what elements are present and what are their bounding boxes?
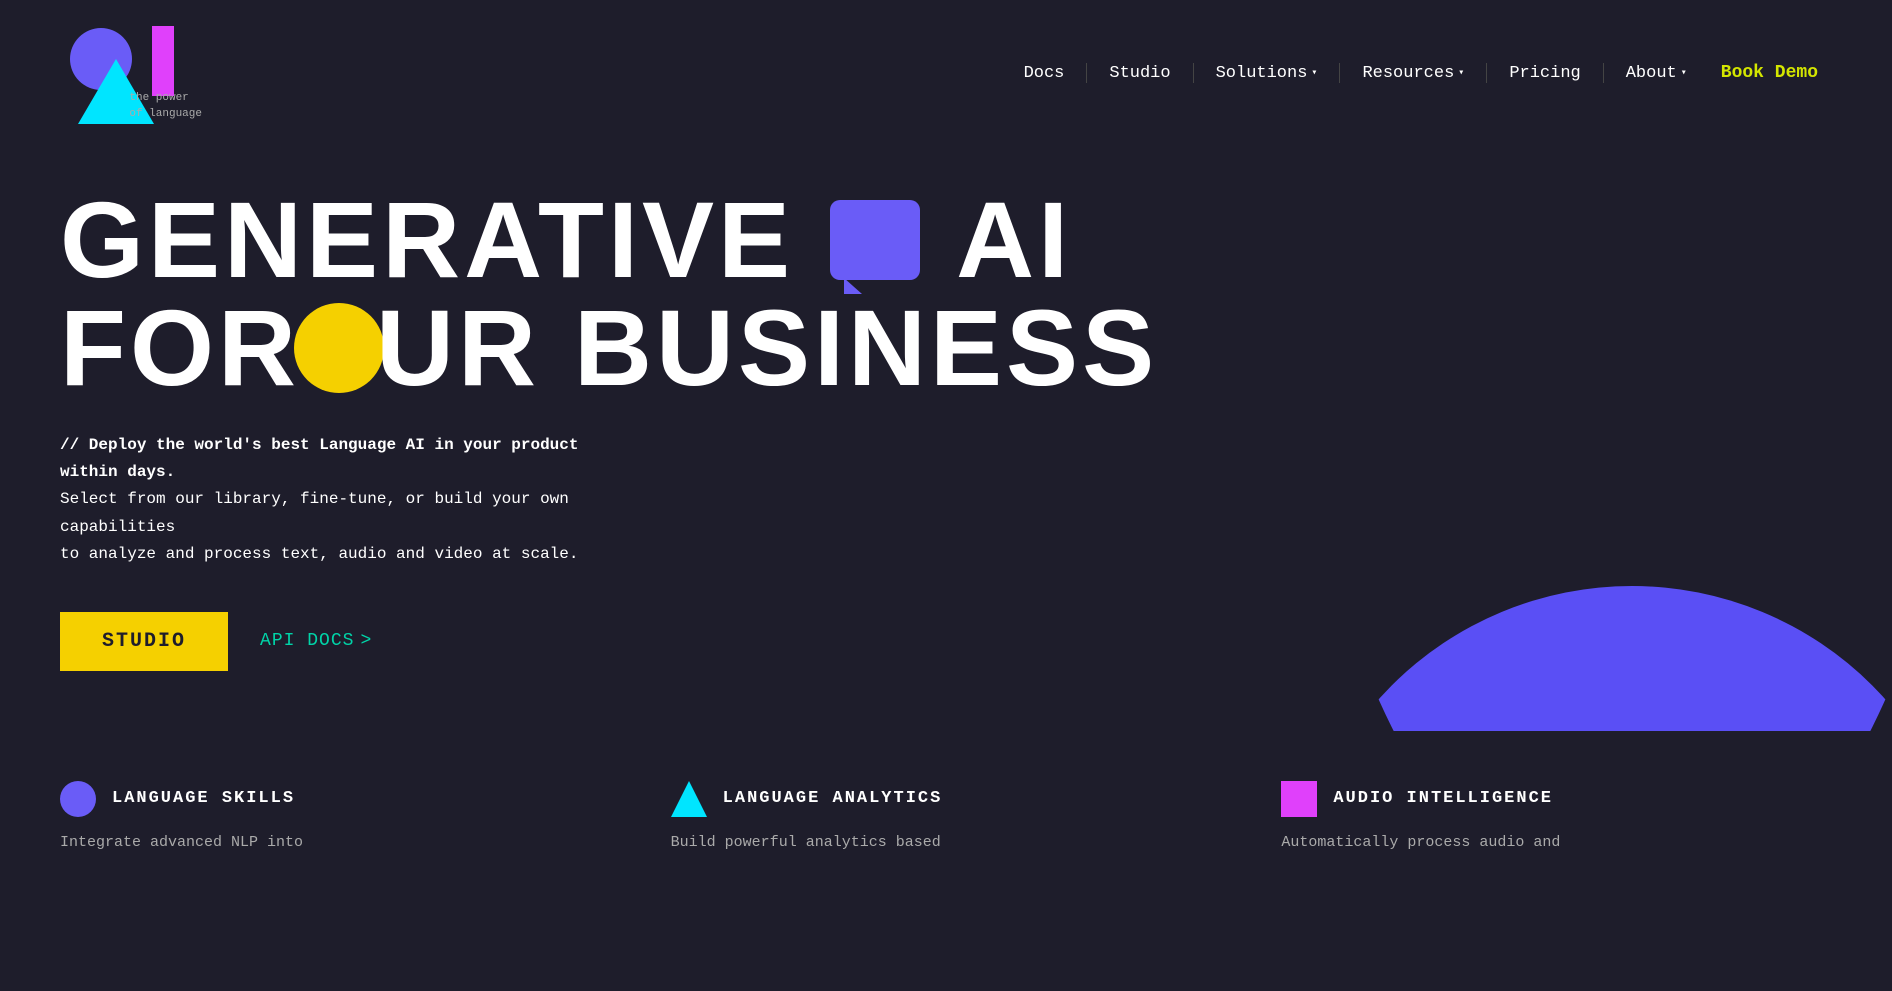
nav-divider-4 xyxy=(1486,63,1487,83)
nav-links: Docs Studio Solutions ▾ Resources ▾ Pric… xyxy=(1010,55,1832,91)
audio-intelligence-icon xyxy=(1281,781,1317,817)
language-skills-desc: Integrate advanced NLP into xyxy=(60,831,611,855)
nav-book-demo[interactable]: Book Demo xyxy=(1707,55,1832,91)
main-nav: the power of language Docs Studio Soluti… xyxy=(0,0,1892,146)
audio-intelligence-desc: Automatically process audio and xyxy=(1281,831,1832,855)
resources-dropdown-icon: ▾ xyxy=(1458,67,1464,79)
audio-intelligence-title: AUDIO INTELLIGENCE xyxy=(1333,789,1553,808)
hero-section: GENERATIVE AI FOR UR BUSINESS // Deploy … xyxy=(0,146,1892,731)
logo-tagline: the power of language xyxy=(129,91,202,122)
language-analytics-desc: Build powerful analytics based xyxy=(671,831,1222,855)
yellow-o-decoration xyxy=(294,303,384,393)
about-dropdown-icon: ▾ xyxy=(1681,67,1687,79)
nav-pricing[interactable]: Pricing xyxy=(1495,56,1594,91)
headline-ur-business: UR BUSINESS xyxy=(376,294,1158,402)
api-docs-link[interactable]: API DOCS > xyxy=(260,631,372,651)
api-docs-arrow: > xyxy=(360,631,372,651)
feature-language-skills: LANGUAGE SKILLS Integrate advanced NLP i… xyxy=(60,781,611,855)
nav-studio[interactable]: Studio xyxy=(1095,56,1184,91)
language-skills-icon xyxy=(60,781,96,817)
nav-divider-3 xyxy=(1339,63,1340,83)
features-section: LANGUAGE SKILLS Integrate advanced NLP i… xyxy=(0,731,1892,855)
hero-headline: GENERATIVE AI FOR UR BUSINESS xyxy=(60,186,1832,402)
language-analytics-title: LANGUAGE ANALYTICS xyxy=(723,789,943,808)
nav-divider-1 xyxy=(1086,63,1087,83)
logo[interactable]: the power of language xyxy=(60,18,200,128)
solutions-dropdown-icon: ▾ xyxy=(1311,67,1317,79)
nav-divider-2 xyxy=(1193,63,1194,83)
headline-ai: AI xyxy=(956,186,1072,294)
feature-language-analytics-header: LANGUAGE ANALYTICS xyxy=(671,781,1222,817)
feature-audio-intelligence-header: AUDIO INTELLIGENCE xyxy=(1281,781,1832,817)
language-analytics-icon xyxy=(671,781,707,817)
nav-about[interactable]: About ▾ xyxy=(1612,56,1701,91)
feature-audio-intelligence: AUDIO INTELLIGENCE Automatically process… xyxy=(1281,781,1832,855)
headline-for: FOR xyxy=(60,294,300,402)
nav-solutions[interactable]: Solutions ▾ xyxy=(1202,56,1332,91)
chat-bubble-icon xyxy=(830,200,920,280)
feature-language-skills-header: LANGUAGE SKILLS xyxy=(60,781,611,817)
nav-divider-5 xyxy=(1603,63,1604,83)
hero-subtitle: // Deploy the world's best Language AI i… xyxy=(60,432,620,568)
headline-generative: GENERATIVE xyxy=(60,186,794,294)
nav-docs[interactable]: Docs xyxy=(1010,56,1079,91)
hero-cta: STUDIO API DOCS > xyxy=(60,612,1832,671)
nav-resources[interactable]: Resources ▾ xyxy=(1348,56,1478,91)
feature-language-analytics: LANGUAGE ANALYTICS Build powerful analyt… xyxy=(671,781,1222,855)
logo-rect-shape xyxy=(152,26,174,96)
language-skills-title: LANGUAGE SKILLS xyxy=(112,789,295,808)
studio-button[interactable]: STUDIO xyxy=(60,612,228,671)
